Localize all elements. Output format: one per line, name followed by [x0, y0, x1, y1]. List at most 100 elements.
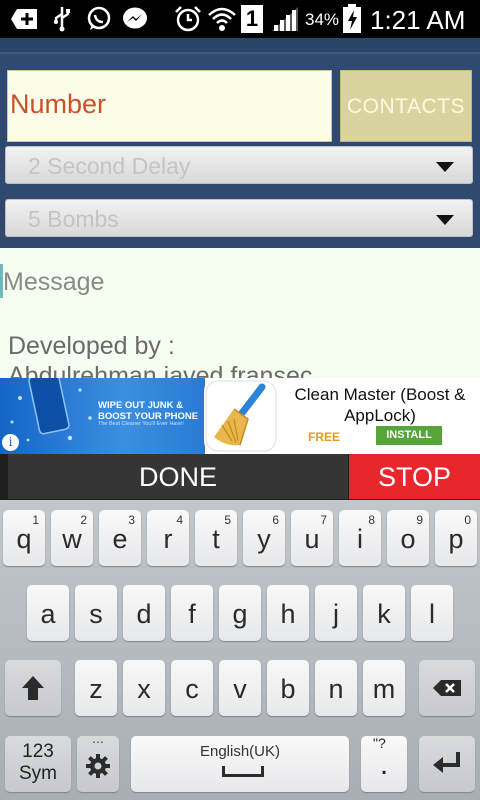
period-key-label: .: [379, 748, 389, 781]
key-letter: o: [400, 524, 416, 554]
action-bar: DONE STOP: [0, 454, 480, 500]
stop-button[interactable]: STOP: [349, 454, 480, 499]
key-letter: c: [185, 674, 199, 704]
key-letter: a: [40, 599, 56, 629]
key-a[interactable]: a: [27, 585, 69, 641]
contacts-button[interactable]: CONTACTS: [340, 70, 472, 142]
gear-icon: [86, 754, 110, 778]
enter-key[interactable]: [419, 736, 475, 792]
dropdown-arrow-icon: [436, 162, 454, 172]
number-input[interactable]: Number: [7, 70, 332, 142]
key-letter: p: [448, 524, 464, 554]
key-y[interactable]: 6y: [243, 510, 285, 566]
backspace-icon: [433, 680, 461, 696]
bombs-spinner[interactable]: 5 Bombs: [5, 199, 473, 237]
key-j[interactable]: j: [315, 585, 357, 641]
space-language-label: English(UK): [199, 743, 281, 760]
app-title-bar: [0, 38, 480, 54]
key-e[interactable]: 3e: [99, 510, 141, 566]
ad-app-title[interactable]: Clean Master (Boost & AppLock): [282, 384, 478, 426]
enter-icon: [433, 752, 460, 773]
key-g[interactable]: g: [219, 585, 261, 641]
add-notification-icon: [11, 9, 37, 29]
key-letter: r: [163, 524, 173, 554]
space-bar-glyph: [222, 766, 264, 777]
symbols-key[interactable]: 123 Sym: [5, 736, 71, 792]
key-letter: b: [280, 674, 296, 704]
key-k[interactable]: k: [363, 585, 405, 641]
clean-master-app-icon[interactable]: [204, 379, 278, 453]
key-h[interactable]: h: [267, 585, 309, 641]
developer-name: Abdulrehman javed fransec: [8, 362, 313, 378]
message-input[interactable]: Message Developed by : Abdulrehman javed…: [0, 248, 480, 378]
alarm-icon: [175, 6, 201, 32]
delay-spinner[interactable]: 2 Second Delay: [5, 146, 473, 184]
key-letter: u: [304, 524, 320, 554]
key-letter: i: [357, 524, 363, 554]
settings-key[interactable]: ...: [77, 730, 119, 792]
key-m[interactable]: m: [363, 660, 405, 716]
ad-install-button[interactable]: INSTALL: [376, 426, 442, 445]
symbols-key-line2: Sym: [19, 763, 57, 784]
key-letter: g: [232, 599, 248, 629]
sim-indicator: 1: [241, 5, 263, 33]
key-l[interactable]: l: [411, 585, 453, 641]
key-letter: t: [212, 524, 220, 554]
key-q[interactable]: 1q: [3, 510, 45, 566]
key-letter: e: [112, 524, 128, 554]
ad-price: FREE: [308, 430, 341, 444]
period-key[interactable]: "? .: [361, 735, 407, 792]
wifi-icon: [208, 7, 236, 31]
ad-subtext: The Best Cleaner You'll Ever Have!: [98, 421, 184, 427]
key-x[interactable]: x: [123, 660, 165, 716]
key-letter: w: [62, 524, 82, 554]
soft-keyboard: 1q 2w 3e 4r 5t 6y 7u 8i 9o 0p a s d f g …: [0, 500, 480, 800]
key-w[interactable]: 2w: [51, 510, 93, 566]
dropdown-arrow-icon: [436, 215, 454, 225]
key-f[interactable]: f: [171, 585, 213, 641]
ad-info-icon[interactable]: i: [2, 434, 19, 451]
key-d[interactable]: d: [123, 585, 165, 641]
key-u[interactable]: 7u: [291, 510, 333, 566]
app-form: Number CONTACTS 2 Second Delay 5 Bombs: [0, 54, 480, 248]
ad-banner[interactable]: WIPE OUT JUNK & BOOST YOUR PHONE The Bes…: [0, 378, 480, 454]
ad-promo-image[interactable]: WIPE OUT JUNK & BOOST YOUR PHONE The Bes…: [0, 378, 205, 454]
key-letter: j: [333, 599, 339, 629]
key-s[interactable]: s: [75, 585, 117, 641]
battery-charging-icon: [343, 4, 361, 33]
bombs-selected-value: 5 Bombs: [28, 206, 119, 232]
key-letter: z: [89, 674, 103, 704]
key-z[interactable]: z: [75, 660, 117, 716]
key-letter: y: [257, 524, 271, 554]
key-v[interactable]: v: [219, 660, 261, 716]
usb-icon: [54, 7, 70, 32]
number-placeholder: Number: [10, 89, 107, 119]
key-letter: s: [89, 599, 103, 629]
developer-credit-label: Developed by :: [8, 332, 175, 360]
settings-key-hint: ...: [92, 730, 104, 746]
key-i[interactable]: 8i: [339, 510, 381, 566]
key-r[interactable]: 4r: [147, 510, 189, 566]
shift-arrow-icon: [22, 676, 44, 700]
key-letter: h: [280, 599, 296, 629]
key-letter: x: [137, 674, 151, 704]
message-placeholder: Message: [3, 268, 105, 296]
symbols-key-line1: 123: [22, 741, 54, 762]
key-letter: l: [429, 599, 435, 629]
key-letter: m: [372, 674, 396, 704]
key-letter: v: [233, 674, 247, 704]
key-p[interactable]: 0p: [435, 510, 477, 566]
key-n[interactable]: n: [315, 660, 357, 716]
backspace-key[interactable]: [419, 660, 475, 716]
key-c[interactable]: c: [171, 660, 213, 716]
key-o[interactable]: 9o: [387, 510, 429, 566]
key-letter: k: [377, 599, 391, 629]
done-button[interactable]: DONE: [8, 454, 348, 499]
shift-key[interactable]: [5, 660, 61, 716]
key-t[interactable]: 5t: [195, 510, 237, 566]
key-letter: n: [328, 674, 344, 704]
space-key[interactable]: English(UK): [131, 736, 349, 792]
messenger-icon: [123, 7, 147, 29]
whatsapp-icon: [87, 6, 111, 30]
key-b[interactable]: b: [267, 660, 309, 716]
